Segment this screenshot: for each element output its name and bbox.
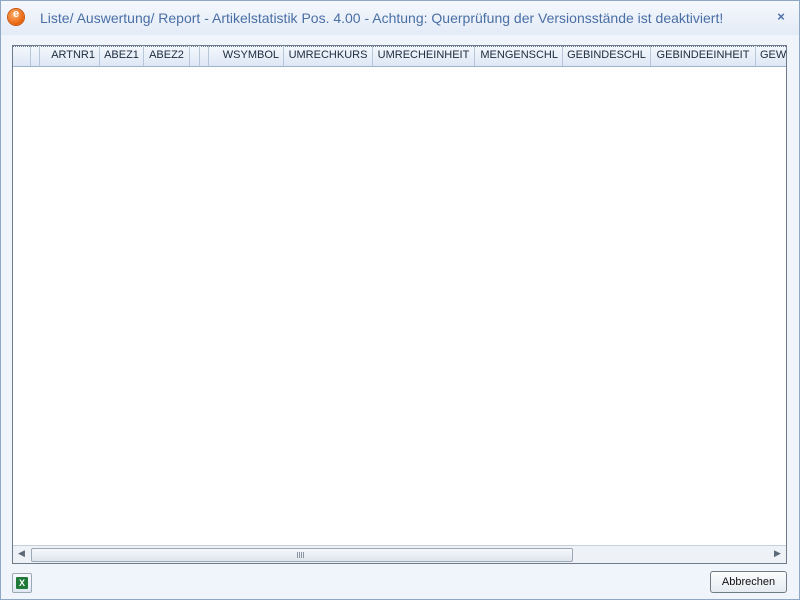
scroll-right-arrow-icon[interactable]: ▶ (769, 546, 786, 563)
window-title: Liste/ Auswertung/ Report - Artikelstati… (40, 10, 724, 26)
column-header-gew[interactable]: GEW (756, 46, 786, 66)
column-header-umrechkurs[interactable]: UMRECHKURS (284, 46, 373, 66)
column-header-gebindeschl[interactable]: GEBINDESCHL (563, 46, 651, 66)
cancel-button[interactable]: Abbrechen (710, 571, 787, 593)
column-header-umrecheinheit[interactable]: UMRECHEINHEIT (373, 46, 475, 66)
row-indicator-header[interactable] (13, 46, 31, 66)
column-header-wsymbol[interactable]: WSYMBOL (206, 46, 284, 66)
column-header-mengenschl[interactable]: MENGENSCHL (475, 46, 563, 66)
column-header-abez1[interactable]: ABEZ1 (100, 46, 144, 66)
column-header-artnr1[interactable]: ARTNR1 (37, 46, 100, 66)
column-header-gebindeeinheit[interactable]: GEBINDEEINHEIT (651, 46, 756, 66)
scroll-left-arrow-icon[interactable]: ◀ (13, 546, 30, 563)
column-header-abez2[interactable]: ABEZ2 (144, 46, 190, 66)
horizontal-scrollbar[interactable]: ◀ ▶ (13, 545, 786, 563)
close-button[interactable]: × (773, 9, 789, 25)
column-header-blank-a[interactable] (190, 46, 200, 66)
app-logo-icon: e (8, 8, 24, 25)
scroll-thumb[interactable] (31, 548, 573, 562)
excel-icon: X (16, 577, 28, 589)
grid-header-row: ARTNR1 ABEZ1 ABEZ2 WSYMBOL UMRECHKURS UM… (13, 46, 786, 67)
excel-export-button[interactable]: X (12, 573, 32, 593)
data-grid[interactable]: ARTNR1 ABEZ1 ABEZ2 WSYMBOL UMRECHKURS UM… (12, 45, 787, 564)
title-bar[interactable]: e Liste/ Auswertung/ Report - Artikelsta… (1, 1, 799, 35)
report-window: e Liste/ Auswertung/ Report - Artikelsta… (0, 0, 800, 600)
scroll-grip-icon (297, 552, 305, 558)
